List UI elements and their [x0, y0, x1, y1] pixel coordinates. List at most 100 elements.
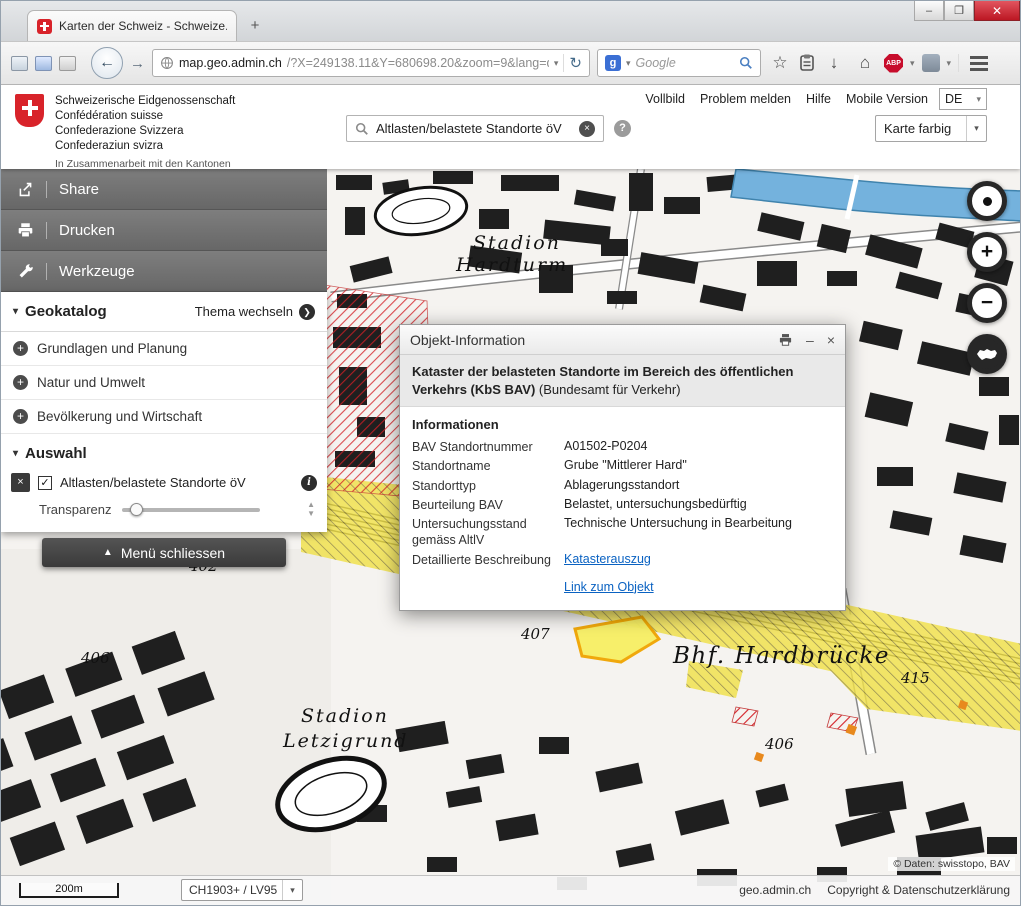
tools-menu-item[interactable]: Werkzeuge [1, 251, 327, 292]
urlbar-divider [563, 54, 564, 72]
catalog-item-bevoelkerung[interactable]: + Bevölkerung und Wirtschaft [1, 400, 327, 434]
link-mobile-version[interactable]: Mobile Version [846, 92, 928, 106]
browser-search-box[interactable]: g ▾ Google [597, 49, 761, 77]
layer-info-icon[interactable]: i [301, 475, 317, 491]
toolbar-divider [958, 54, 959, 72]
label-stadion-letzigrund-1: Stadion [301, 705, 389, 727]
url-path: /?X=249138.11&Y=680698.20&zoom=9&lang=de… [287, 56, 549, 70]
map-style-caret-icon: ▾ [966, 116, 986, 141]
title-bar[interactable]: Karten der Schweiz - Schweize... + – ❐ ✕ [1, 1, 1020, 41]
search-engine-dropdown-icon[interactable]: ▾ [626, 58, 631, 69]
field-label: Beurteilung BAV [412, 497, 564, 513]
language-caret-icon: ▾ [976, 94, 981, 105]
extension-dropdown-icon[interactable]: ▾ [947, 58, 952, 69]
popup-minimize-icon[interactable]: – [806, 333, 814, 347]
url-bar[interactable]: map.geo.admin.ch/?X=249138.11&Y=680698.2… [152, 49, 590, 77]
new-tab-button[interactable]: + [241, 13, 269, 38]
swiss-coat-of-arms-icon [15, 94, 44, 127]
browser-tab[interactable]: Karten der Schweiz - Schweize... [27, 10, 237, 41]
link-vollbild[interactable]: Vollbild [645, 92, 685, 106]
home-icon[interactable]: ⌂ [853, 53, 877, 73]
close-button[interactable]: ✕ [974, 1, 1020, 21]
popup-header[interactable]: Objekt-Information – × [400, 325, 845, 355]
share-menu-item[interactable]: Share [1, 169, 327, 210]
projection-select[interactable]: CH1903+ / LV95 ▾ [181, 879, 303, 901]
back-button[interactable]: ← [91, 47, 123, 79]
remove-layer-button[interactable]: × [11, 473, 30, 492]
toolbar-shortcut-icon-1[interactable] [11, 56, 28, 71]
close-menu-label: Menü schliessen [121, 545, 225, 561]
close-menu-button[interactable]: ▲ Menü schliessen [42, 538, 286, 567]
print-menu-item[interactable]: Drucken [1, 210, 327, 251]
transparency-slider[interactable] [122, 508, 260, 512]
geoadmin-link[interactable]: geo.admin.ch [739, 883, 811, 897]
minimize-button[interactable]: – [914, 1, 944, 21]
urlbar-dropdown-icon[interactable]: ▾ [554, 58, 559, 69]
catalog-item-label: Bevölkerung und Wirtschaft [37, 409, 202, 424]
move-down-icon[interactable]: ▼ [307, 510, 315, 518]
catalog-item-grundlagen[interactable]: + Grundlagen und Planung [1, 332, 327, 366]
bookmark-star-icon[interactable]: ☆ [768, 53, 792, 73]
page-content: Stadion Hardturm Bhf. Hardbrücke Stadion… [1, 85, 1020, 905]
label-elevation-406-west: 406 [80, 649, 110, 667]
downloads-icon[interactable]: ↓ [822, 53, 846, 73]
geolocate-button[interactable] [967, 181, 1007, 221]
footer-bar: 200m CH1903+ / LV95 ▾ geo.admin.ch Copyr… [1, 875, 1020, 905]
browser-window: Karten der Schweiz - Schweize... + – ❐ ✕… [0, 0, 1021, 906]
search-go-icon[interactable] [739, 56, 753, 70]
selection-title: Auswahl [25, 445, 87, 462]
adblock-icon[interactable]: ABP [884, 54, 903, 73]
overview-switzerland-button[interactable] [967, 334, 1007, 374]
popup-close-icon[interactable]: × [827, 333, 835, 347]
link-problem-melden[interactable]: Problem melden [700, 92, 791, 106]
toolbar-shortcut-icon-3[interactable] [59, 56, 76, 71]
clear-search-icon[interactable]: × [579, 121, 595, 137]
search-help-icon[interactable]: ? [614, 120, 631, 137]
bookmarks-menu-icon[interactable] [799, 54, 815, 72]
popup-print-icon[interactable] [778, 333, 793, 347]
popup-body: Informationen BAV Standortnummer A01502-… [400, 407, 845, 610]
tools-label: Werkzeuge [59, 263, 135, 280]
print-label: Drucken [59, 222, 115, 239]
link-hilfe[interactable]: Hilfe [806, 92, 831, 106]
org-line-1: Schweizerische Eidgenossenschaft [55, 94, 235, 109]
field-row: Detaillierte Beschreibung Katasterauszug [412, 552, 833, 568]
change-theme-button[interactable]: Thema wechseln ❯ [195, 304, 315, 320]
federal-logo[interactable]: Schweizerische Eidgenossenschaft Confédé… [15, 94, 235, 170]
selection-toggle[interactable]: ▾ Auswahl [1, 434, 327, 469]
map-search-input[interactable]: Altlasten/belastete Standorte öV × [346, 115, 604, 142]
move-up-icon[interactable]: ▲ [307, 501, 315, 509]
field-row: BAV Standortnummer A01502-P0204 [412, 439, 833, 455]
copyright-link[interactable]: Copyright & Datenschutzerklärung [827, 883, 1010, 897]
browser-search-placeholder: Google [636, 56, 734, 70]
extension-icon[interactable] [922, 54, 940, 72]
object-link[interactable]: Link zum Objekt [564, 580, 654, 594]
label-elevation-407: 407 [520, 625, 550, 643]
maximize-button[interactable]: ❐ [944, 1, 974, 21]
label-stadion-hardturm-2: Hardturm [455, 254, 568, 276]
menu-icon[interactable] [966, 50, 992, 76]
adblock-dropdown-icon[interactable]: ▾ [910, 58, 915, 69]
expand-plus-icon: + [13, 341, 28, 356]
collapse-up-icon: ▲ [103, 547, 113, 558]
slider-knob[interactable] [130, 503, 143, 516]
dataset-source: (Bundesamt für Verkehr) [539, 382, 681, 397]
geocatalog-toggle[interactable]: ▾ Geokatalog [13, 303, 107, 320]
org-line-3: Confederazione Svizzera [55, 124, 235, 139]
kataster-auszug-link[interactable]: Katasterauszug [564, 552, 651, 568]
field-value: Belastet, untersuchungsbedürftig [564, 497, 747, 513]
reload-icon[interactable]: ↻ [569, 54, 582, 72]
change-theme-label: Thema wechseln [195, 304, 293, 319]
map-style-select[interactable]: Karte farbig ▾ [875, 115, 987, 142]
layer-reorder-arrows[interactable]: ▲ ▼ [307, 501, 315, 518]
layer-checkbox[interactable]: ✓ [38, 476, 52, 490]
forward-button[interactable]: → [130, 55, 145, 72]
zoom-in-button[interactable]: + [967, 232, 1007, 272]
language-select[interactable]: DE ▾ [939, 88, 987, 110]
search-engine-icon[interactable]: g [605, 55, 621, 71]
catalog-item-natur[interactable]: + Natur und Umwelt [1, 366, 327, 400]
share-icon [17, 181, 34, 198]
field-value: Grube "Mittlerer Hard" [564, 458, 687, 474]
zoom-out-button[interactable]: − [967, 283, 1007, 323]
toolbar-shortcut-icon-2[interactable] [35, 56, 52, 71]
